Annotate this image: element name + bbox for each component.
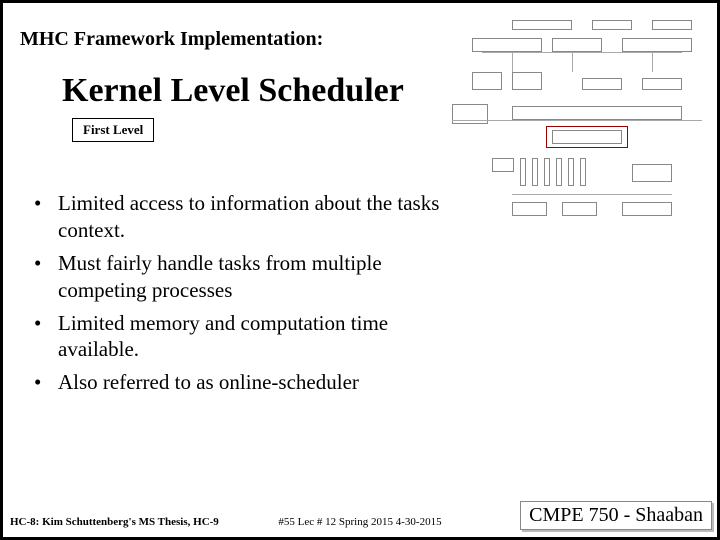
level-box: First Level [72,118,154,142]
architecture-diagram [452,18,702,238]
bullet-item: Must fairly handle tasks from multiple c… [24,250,444,304]
footer-source: HC-8: Kim Schuttenberg's MS Thesis, HC-9 [10,516,219,528]
footer-pageinfo: #55 Lec # 12 Spring 2015 4-30-2015 [278,516,441,528]
bullet-list: Limited access to information about the … [24,190,444,402]
footer-course-badge: CMPE 750 - Shaaban [520,501,712,530]
bullet-item: Limited memory and computation time avai… [24,310,444,364]
bullet-item: Limited access to information about the … [24,190,444,244]
scheduler-highlight-box [546,126,628,148]
bullet-item: Also referred to as online-scheduler [24,369,444,396]
framework-header: MHC Framework Implementation: [20,28,323,51]
main-title: Kernel Level Scheduler [62,72,404,110]
